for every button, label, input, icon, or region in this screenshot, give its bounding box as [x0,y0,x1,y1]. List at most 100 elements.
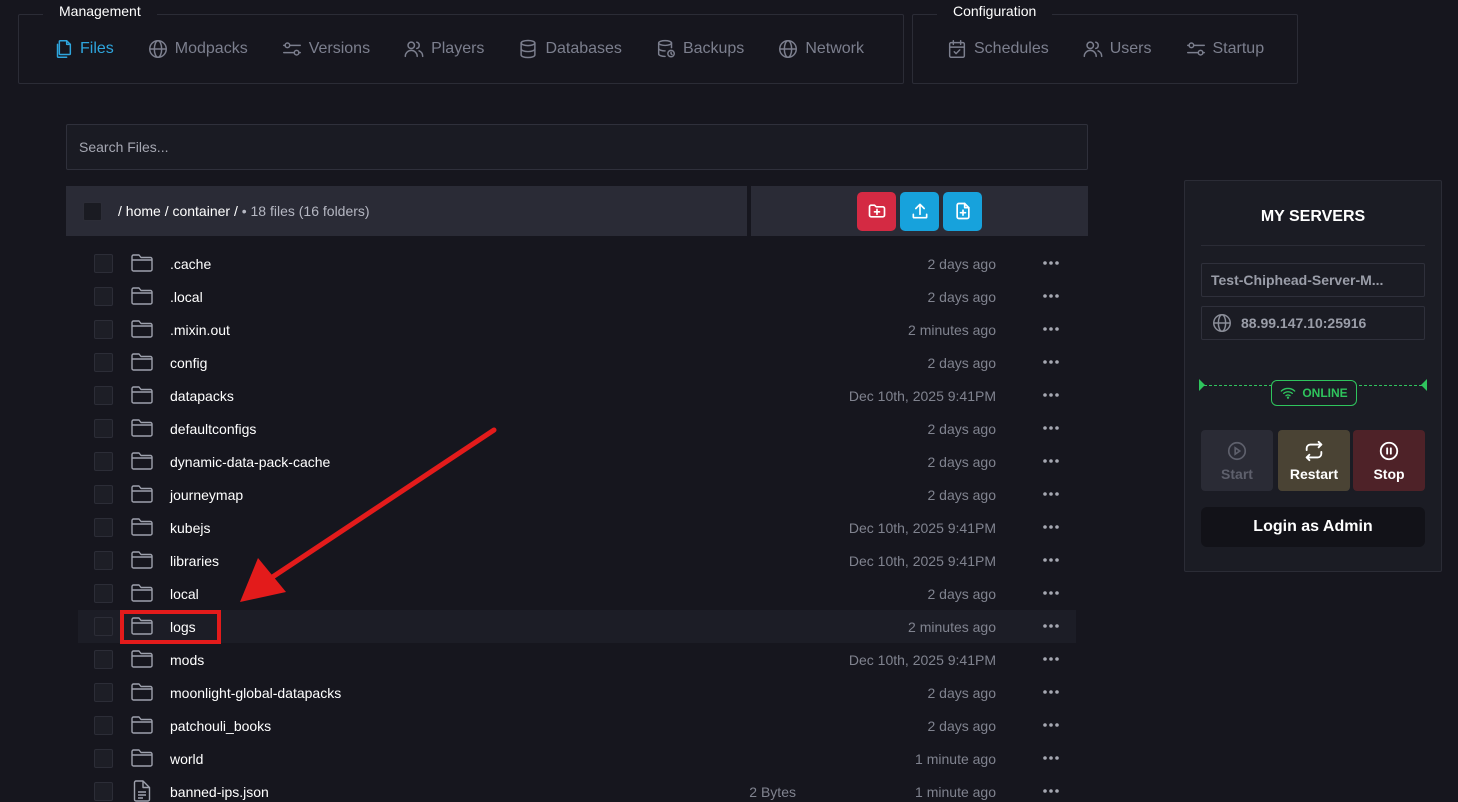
file-name[interactable]: kubejs [170,520,210,536]
nav-item-modpacks[interactable]: Modpacks [147,38,248,60]
row-checkbox[interactable] [94,518,113,537]
more-options-icon[interactable] [1042,550,1060,570]
status-line-right-marker [1421,379,1427,391]
more-options-icon[interactable] [1042,616,1060,636]
more-options-icon[interactable] [1042,451,1060,471]
file-row[interactable]: .mixin.out 2 minutes ago [78,313,1076,346]
nav-item-schedules[interactable]: Schedules [946,38,1049,60]
status-line-left-marker [1199,379,1205,391]
file-modified: 1 minute ago [915,750,996,767]
more-options-icon[interactable] [1042,253,1060,273]
annotation-arrow [240,427,497,602]
file-modified: 1 minute ago [915,783,996,800]
row-checkbox[interactable] [94,254,113,273]
nav-item-backups[interactable]: Backups [655,38,744,60]
breadcrumb-path[interactable]: / home / container / [118,203,238,219]
file-name[interactable]: banned-ips.json [170,784,269,800]
select-all-checkbox[interactable] [83,201,102,221]
folder-icon [131,749,153,767]
more-options-icon[interactable] [1042,583,1060,603]
row-checkbox[interactable] [94,650,113,669]
row-checkbox[interactable] [94,287,113,306]
more-options-icon[interactable] [1042,385,1060,405]
configuration-legend: Configuration [937,1,1053,21]
nav-item-label: Players [431,40,485,57]
more-options-icon[interactable] [1042,484,1060,504]
file-name[interactable]: .mixin.out [170,322,230,338]
row-checkbox[interactable] [94,419,113,438]
file-name[interactable]: config [170,355,207,371]
nav-item-versions[interactable]: Versions [281,38,370,60]
file-name[interactable]: patchouli_books [170,718,271,734]
repeat-icon [1305,440,1323,461]
file-row[interactable]: .local 2 days ago [78,280,1076,313]
search-input[interactable] [66,124,1088,170]
management-nav: Management Files Modpacks Versions Players D… [18,1,904,84]
server-address-field[interactable]: 88.99.147.10:25916 [1201,306,1425,340]
more-options-icon[interactable] [1042,418,1060,438]
file-name[interactable]: world [170,751,203,767]
file-row[interactable]: .cache 2 days ago [78,247,1076,280]
file-size: 2 Bytes [749,783,796,800]
file-row[interactable]: config 2 days ago [78,346,1076,379]
upload-icon [912,203,927,219]
file-name[interactable]: mods [170,652,204,668]
more-options-icon[interactable] [1042,517,1060,537]
file-name[interactable]: .local [170,289,203,305]
row-checkbox[interactable] [94,452,113,471]
file-row[interactable]: banned-ips.json 2 Bytes 1 minute ago [78,775,1076,802]
row-checkbox[interactable] [94,551,113,570]
folder-icon [131,485,153,503]
file-name[interactable]: moonlight-global-datapacks [170,685,341,701]
new-folder-button[interactable] [857,191,896,231]
more-options-icon[interactable] [1042,715,1060,735]
row-checkbox[interactable] [94,320,113,339]
file-name[interactable]: datapacks [170,388,234,404]
file-name[interactable]: libraries [170,553,219,569]
file-row[interactable]: world 1 minute ago [78,742,1076,775]
file-name[interactable]: local [170,586,199,602]
nav-item-players[interactable]: Players [403,38,484,60]
file-row[interactable]: mods Dec 10th, 2025 9:41PM [78,643,1076,676]
row-checkbox[interactable] [94,584,113,603]
row-checkbox[interactable] [94,749,113,768]
row-checkbox[interactable] [94,485,113,504]
restart-label: Restart [1289,465,1339,482]
nav-item-startup[interactable]: Startup [1185,38,1264,60]
upload-button[interactable] [900,191,939,231]
more-options-icon[interactable] [1042,352,1060,372]
file-row[interactable]: patchouli_books 2 days ago [78,709,1076,742]
more-options-icon[interactable] [1042,781,1060,801]
breadcrumb: / home / container / • 18 files (16 fold… [118,203,370,219]
row-checkbox[interactable] [94,617,113,636]
more-options-icon[interactable] [1042,682,1060,702]
row-checkbox[interactable] [94,683,113,702]
file-row[interactable]: moonlight-global-datapacks 2 days ago [78,676,1076,709]
row-checkbox[interactable] [94,353,113,372]
calendar-check-icon [948,40,966,58]
file-modified: 2 days ago [927,354,997,371]
login-as-admin-button[interactable]: Login as Admin [1201,507,1425,547]
file-row[interactable]: datapacks Dec 10th, 2025 9:41PM [78,379,1076,412]
new-file-button[interactable] [943,191,982,231]
file-list-header: / home / container / • 18 files (16 fold… [66,186,747,236]
file-modified: 2 minutes ago [908,321,996,338]
stop-button[interactable]: Stop [1353,430,1425,491]
more-options-icon[interactable] [1042,748,1060,768]
more-options-icon[interactable] [1042,319,1060,339]
row-checkbox[interactable] [94,782,113,801]
status-text: ONLINE [1302,386,1348,400]
row-checkbox[interactable] [94,716,113,735]
sliders-icon [1186,42,1205,56]
nav-item-files[interactable]: Files [52,38,114,60]
server-name-field[interactable]: Test-Chiphead-Server-M... [1201,263,1425,297]
more-options-icon[interactable] [1042,649,1060,669]
nav-item-network[interactable]: Network [777,38,864,60]
nav-item-databases[interactable]: Databases [517,38,622,60]
row-checkbox[interactable] [94,386,113,405]
start-button[interactable]: Start [1201,430,1273,491]
more-options-icon[interactable] [1042,286,1060,306]
file-name[interactable]: .cache [170,256,211,272]
nav-item-users[interactable]: Users [1082,38,1152,60]
restart-button[interactable]: Restart [1278,430,1350,491]
